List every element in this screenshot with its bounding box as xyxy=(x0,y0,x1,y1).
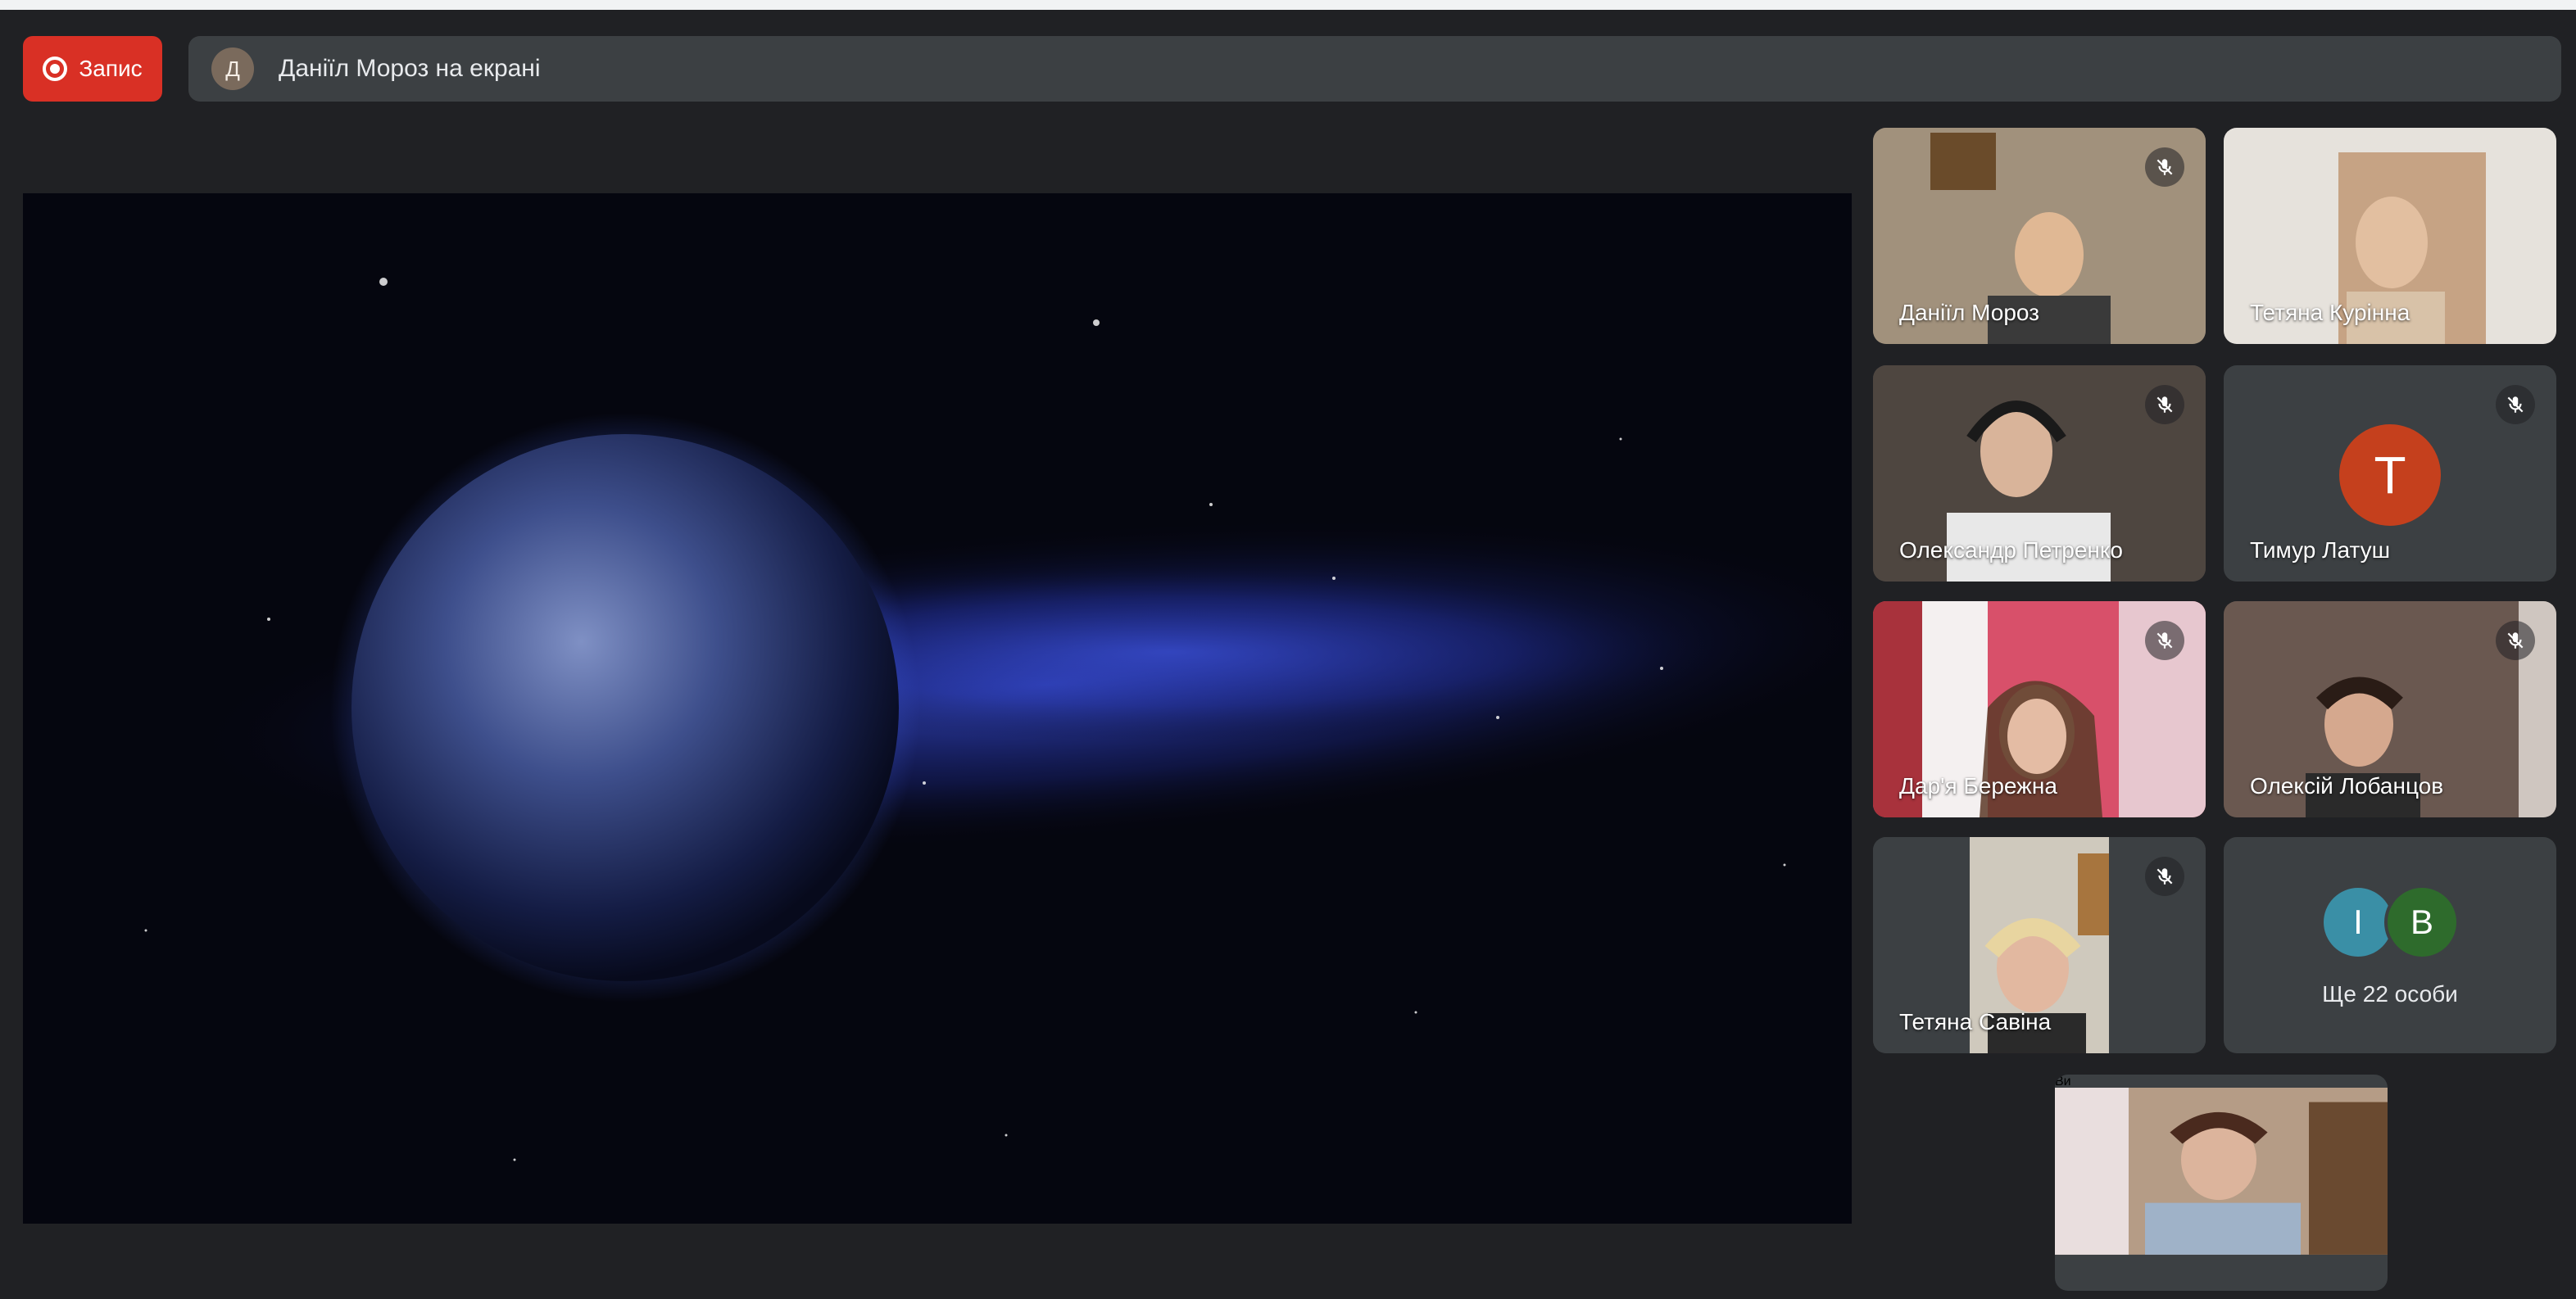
more-participants-tile[interactable]: І В Ще 22 особи xyxy=(2224,837,2556,1053)
mic-off-icon xyxy=(2496,621,2535,660)
participant-tile[interactable]: Даніїл Мороз xyxy=(1873,128,2206,344)
self-name: Ви xyxy=(2055,1075,2071,1089)
self-view-tile[interactable]: Ви xyxy=(2055,1075,2388,1291)
participant-name: Дар'я Бережна xyxy=(1899,773,2057,799)
mic-off-icon xyxy=(2145,857,2184,896)
presenter-avatar: Д xyxy=(211,48,254,90)
top-edge xyxy=(0,0,2576,10)
participant-tile[interactable]: Дар'я Бережна xyxy=(1873,601,2206,817)
mic-off-icon xyxy=(2145,385,2184,424)
mic-off-icon xyxy=(2145,621,2184,660)
participant-tile[interactable]: Тетяна Курінна xyxy=(2224,128,2556,344)
participant-name: Тимур Латуш xyxy=(2250,537,2391,563)
mic-off-icon xyxy=(2496,385,2535,424)
recording-button[interactable]: Запис xyxy=(23,36,162,102)
presenting-banner[interactable]: Д Даніїл Мороз на екрані xyxy=(188,36,2561,102)
participant-tile[interactable]: Олексій Лобанцов xyxy=(2224,601,2556,817)
participant-avatar: Т xyxy=(2339,424,2441,526)
recording-label: Запис xyxy=(79,56,143,81)
shared-screen[interactable] xyxy=(23,193,1852,1224)
record-icon xyxy=(43,57,68,81)
participant-name: Тетяна Савіна xyxy=(1899,1009,2052,1034)
mic-off-icon xyxy=(2145,147,2184,187)
participant-avatar: В xyxy=(2384,885,2460,960)
presenting-text: Даніїл Мороз на екрані xyxy=(279,55,541,82)
participant-tile[interactable]: Олександр Петренко xyxy=(1873,365,2206,582)
self-video xyxy=(2055,1088,2388,1255)
participant-name: Тетяна Курінна xyxy=(2250,300,2410,325)
participant-name: Даніїл Мороз xyxy=(1899,300,2039,325)
more-participants-label: Ще 22 особи xyxy=(2322,981,2458,1007)
participant-name: Олексій Лобанцов xyxy=(2250,773,2444,799)
participant-name: Олександр Петренко xyxy=(1899,537,2123,563)
participant-tile[interactable]: Тетяна Савіна xyxy=(1873,837,2206,1053)
participant-tile[interactable]: Т Тимур Латуш xyxy=(2224,365,2556,582)
